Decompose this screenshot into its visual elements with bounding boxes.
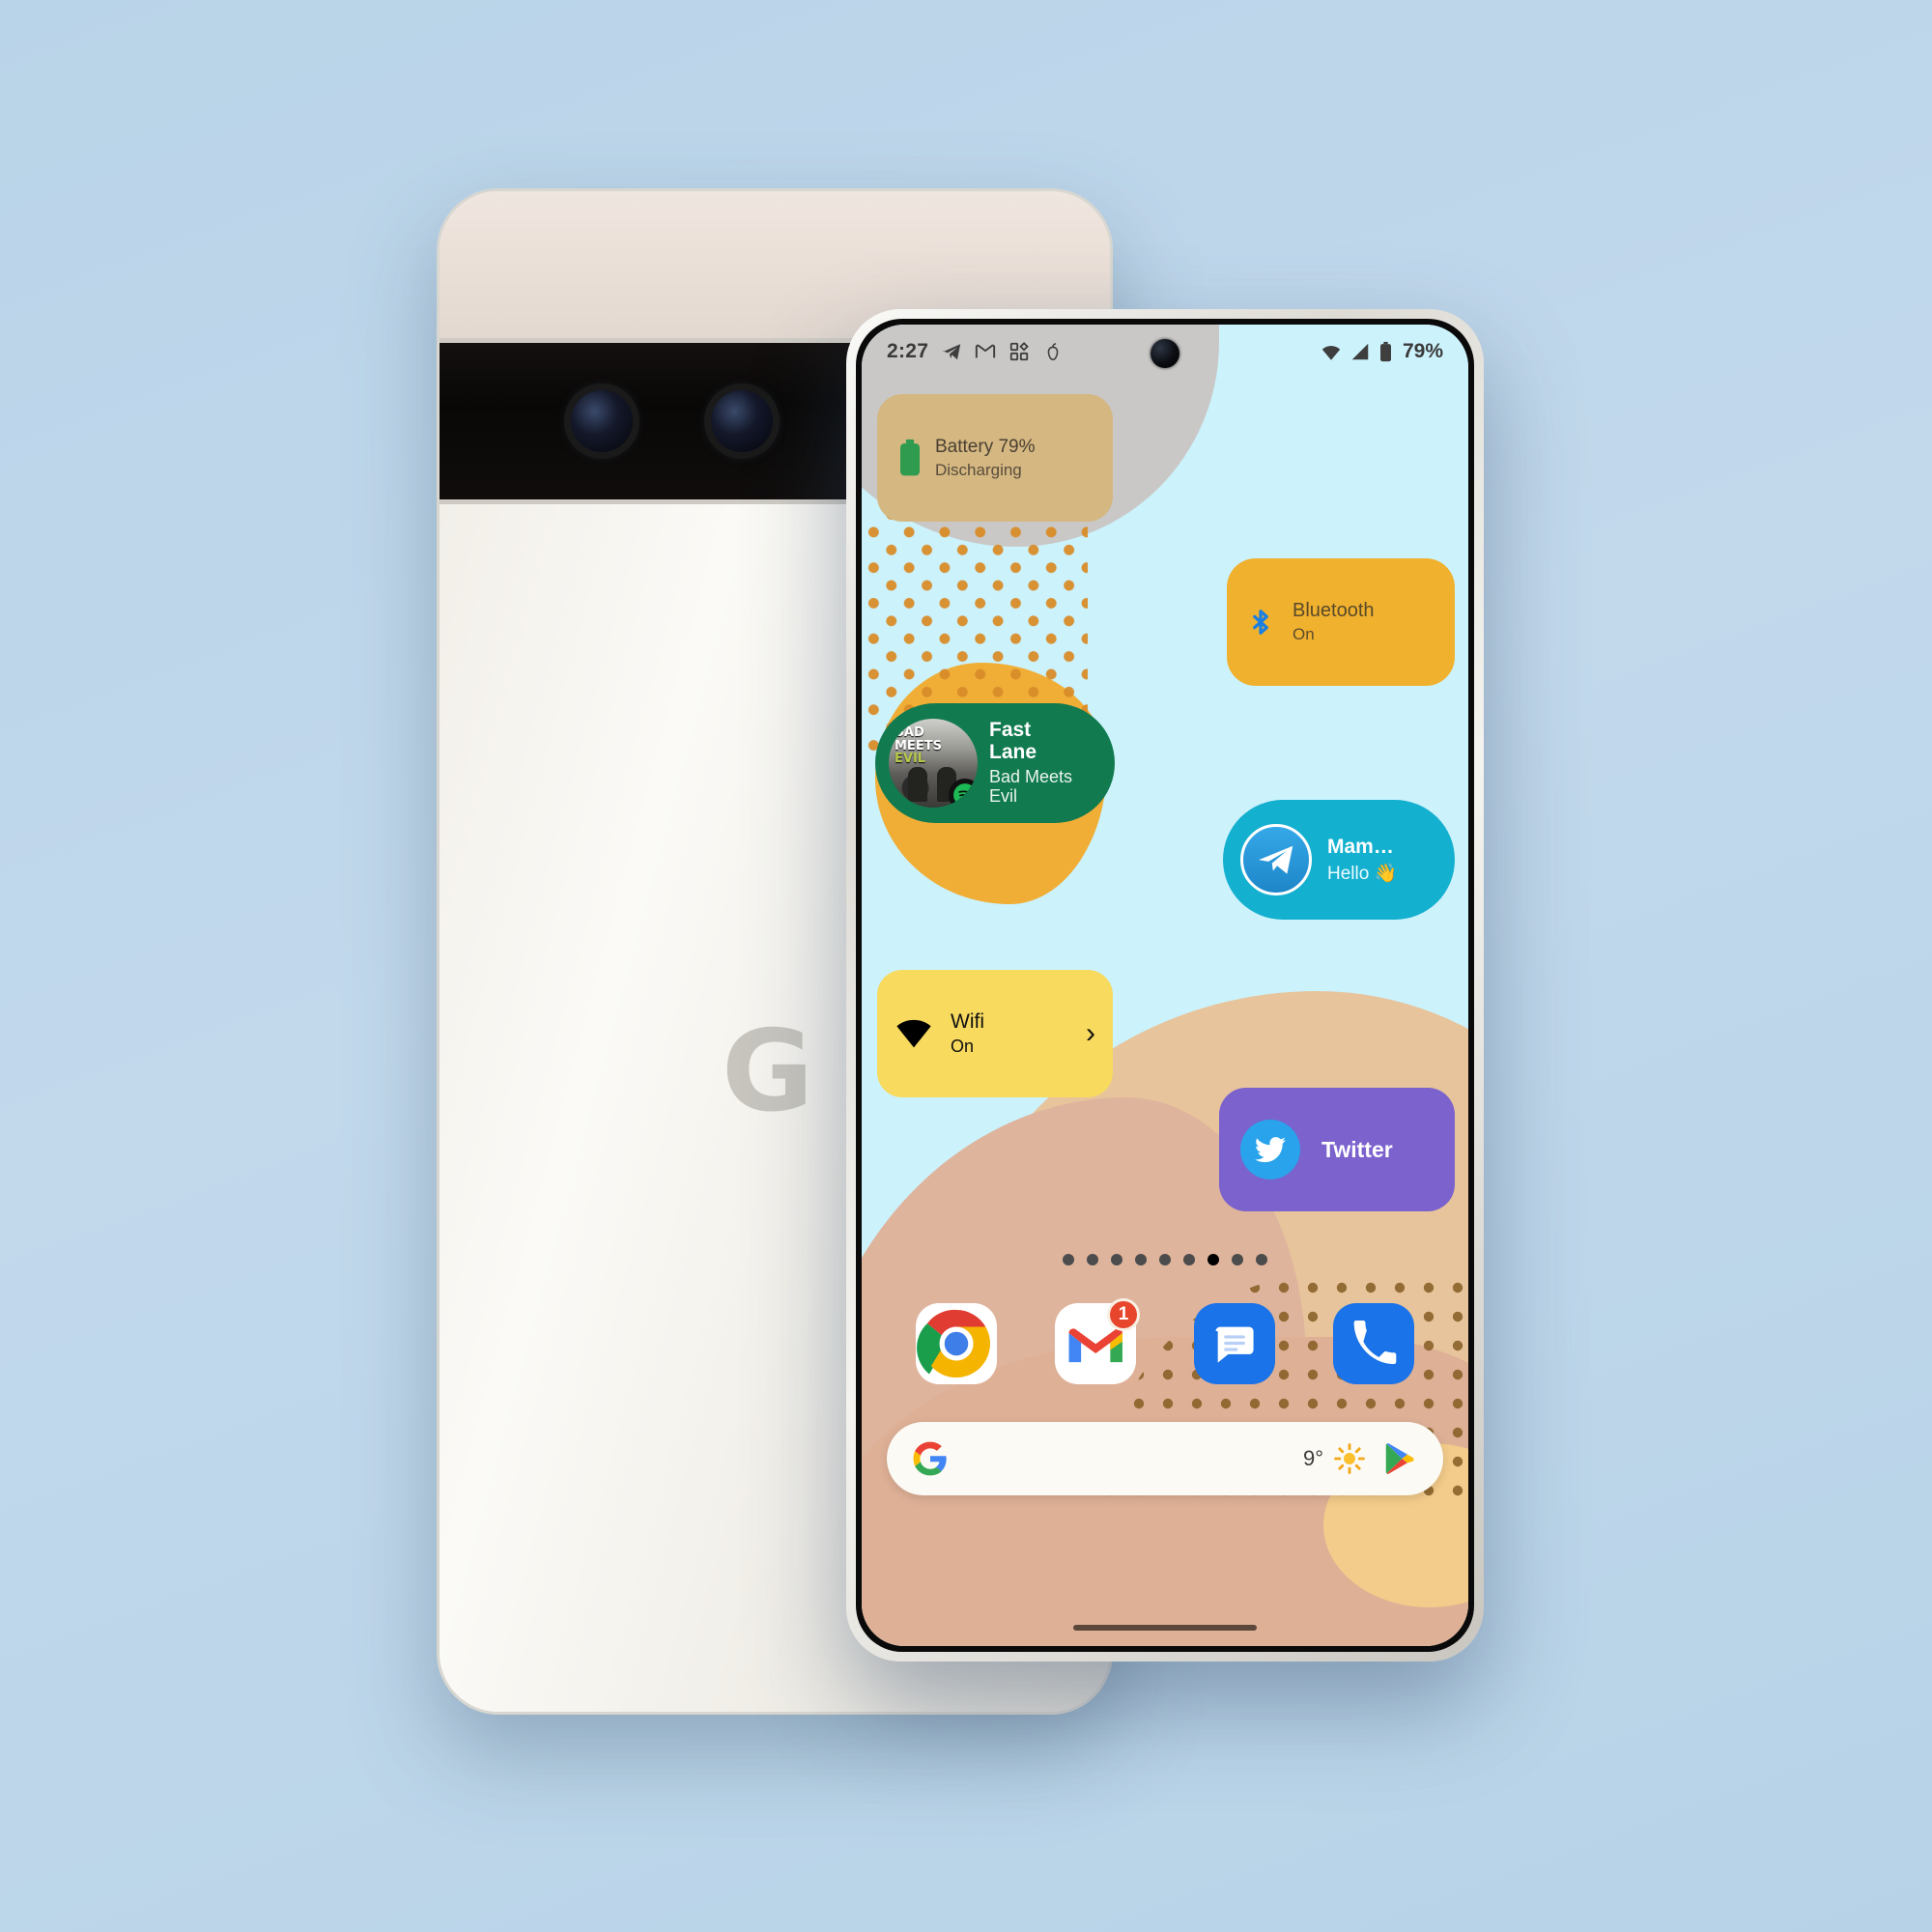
dock-app-chrome[interactable] (916, 1303, 997, 1384)
camera-lens-wide-icon (711, 390, 773, 452)
album-art-figure (908, 767, 927, 802)
bluetooth-icon (1253, 610, 1268, 635)
google-search-bar[interactable]: 9° (887, 1422, 1443, 1495)
telegram-icon (942, 344, 961, 360)
chevron-right-icon[interactable]: › (1086, 1019, 1095, 1048)
song-artist: Bad Meets Evil (989, 766, 1073, 806)
widget-telegram-message[interactable]: Mam… Hello 👋 (1223, 800, 1455, 920)
weather-temperature: 9° (1302, 1446, 1323, 1470)
front-camera-punch-hole (1151, 339, 1179, 368)
widget-wifi-text: Wifi On (951, 1010, 984, 1057)
camera-lens-main-icon (571, 390, 633, 452)
twitter-icon (1240, 1120, 1300, 1179)
album-art-title: BAD MEETS EVIL (895, 725, 942, 767)
widget-battery[interactable]: Battery 79% Discharging (877, 394, 1113, 522)
gesture-nav-pill[interactable] (1073, 1625, 1257, 1631)
page-dot[interactable] (1256, 1254, 1267, 1265)
apps-grid-icon (1010, 341, 1030, 361)
spotify-icon (949, 779, 978, 808)
page-dot[interactable] (1159, 1254, 1171, 1265)
cellular-signal-icon (1351, 343, 1369, 360)
wifi-icon (896, 1019, 931, 1048)
gmail-icon (976, 344, 996, 358)
widget-twitter[interactable]: Twitter (1219, 1088, 1455, 1211)
dock-app-phone[interactable] (1333, 1303, 1414, 1384)
dock-app-messages[interactable] (1194, 1303, 1275, 1384)
phone-icon (1333, 1303, 1414, 1384)
song-title: Fast Lane (989, 719, 1037, 763)
widget-bluetooth[interactable]: Bluetooth On (1227, 558, 1455, 686)
page-dot[interactable] (1232, 1254, 1243, 1265)
battery-icon (900, 439, 920, 476)
google-g-icon[interactable] (912, 1440, 949, 1477)
status-clock: 2:27 (887, 340, 929, 362)
widget-telegram-text: Mam… Hello 👋 (1327, 836, 1397, 885)
widget-battery-text: Battery 79% Discharging (935, 437, 1036, 480)
status-bar-right: 79% (1321, 340, 1443, 363)
widget-bluetooth-text: Bluetooth On (1293, 600, 1375, 644)
page-dot[interactable] (1135, 1254, 1147, 1265)
page-dot[interactable] (1063, 1254, 1074, 1265)
device-bezel: 2:27 79% Battery 79% Discharging Bluetoo… (856, 319, 1474, 1652)
widget-wifi-title: Wifi (951, 1010, 984, 1033)
widget-bluetooth-subtitle: On (1293, 625, 1315, 643)
status-bar[interactable]: 2:27 79% (862, 325, 1468, 379)
phone-screen[interactable]: 2:27 79% Battery 79% Discharging Bluetoo… (862, 325, 1468, 1646)
front-device: 2:27 79% Battery 79% Discharging Bluetoo… (846, 309, 1484, 1662)
page-dot-active[interactable] (1208, 1254, 1219, 1265)
google-play-icon[interactable] (1381, 1440, 1418, 1477)
widget-bluetooth-title: Bluetooth (1293, 600, 1375, 621)
page-dot[interactable] (1111, 1254, 1122, 1265)
status-battery-percent: 79% (1402, 340, 1443, 362)
scene: G 2:27 79% Battery 79% Discharging Bluet… (0, 0, 1932, 1932)
wifi-icon (1321, 346, 1341, 360)
album-art: BAD MEETS EVIL (889, 719, 978, 808)
twitter-label: Twitter (1321, 1136, 1393, 1162)
telegram-icon (1240, 824, 1312, 895)
page-dot[interactable] (1183, 1254, 1195, 1265)
widget-wifi[interactable]: Wifi On › (877, 970, 1113, 1097)
sun-icon (1334, 1443, 1365, 1474)
status-bar-left: 2:27 (887, 340, 1064, 363)
widget-battery-title: Battery 79% (935, 436, 1036, 457)
widget-battery-subtitle: Discharging (935, 460, 1022, 479)
telegram-message-preview: Hello 👋 (1327, 863, 1398, 884)
apple-outline-icon (1047, 342, 1059, 361)
dock-app-gmail[interactable]: 1 (1055, 1298, 1140, 1384)
page-indicator[interactable] (1063, 1254, 1267, 1265)
telegram-contact-name: Mam… (1327, 835, 1394, 858)
battery-icon (1379, 341, 1391, 362)
chrome-icon (916, 1303, 997, 1384)
widget-spotify-text: Fast Lane Bad Meets Evil (989, 720, 1086, 806)
gmail-unread-badge: 1 (1107, 1298, 1140, 1331)
widget-wifi-subtitle: On (951, 1037, 975, 1056)
page-dot[interactable] (1087, 1254, 1098, 1265)
google-g-brandmark: G (722, 1007, 813, 1137)
widget-spotify-now-playing[interactable]: BAD MEETS EVIL Fast Lane Bad Meets Evil (875, 703, 1115, 823)
app-dock: 1 (862, 1291, 1468, 1397)
messages-icon (1194, 1303, 1275, 1384)
